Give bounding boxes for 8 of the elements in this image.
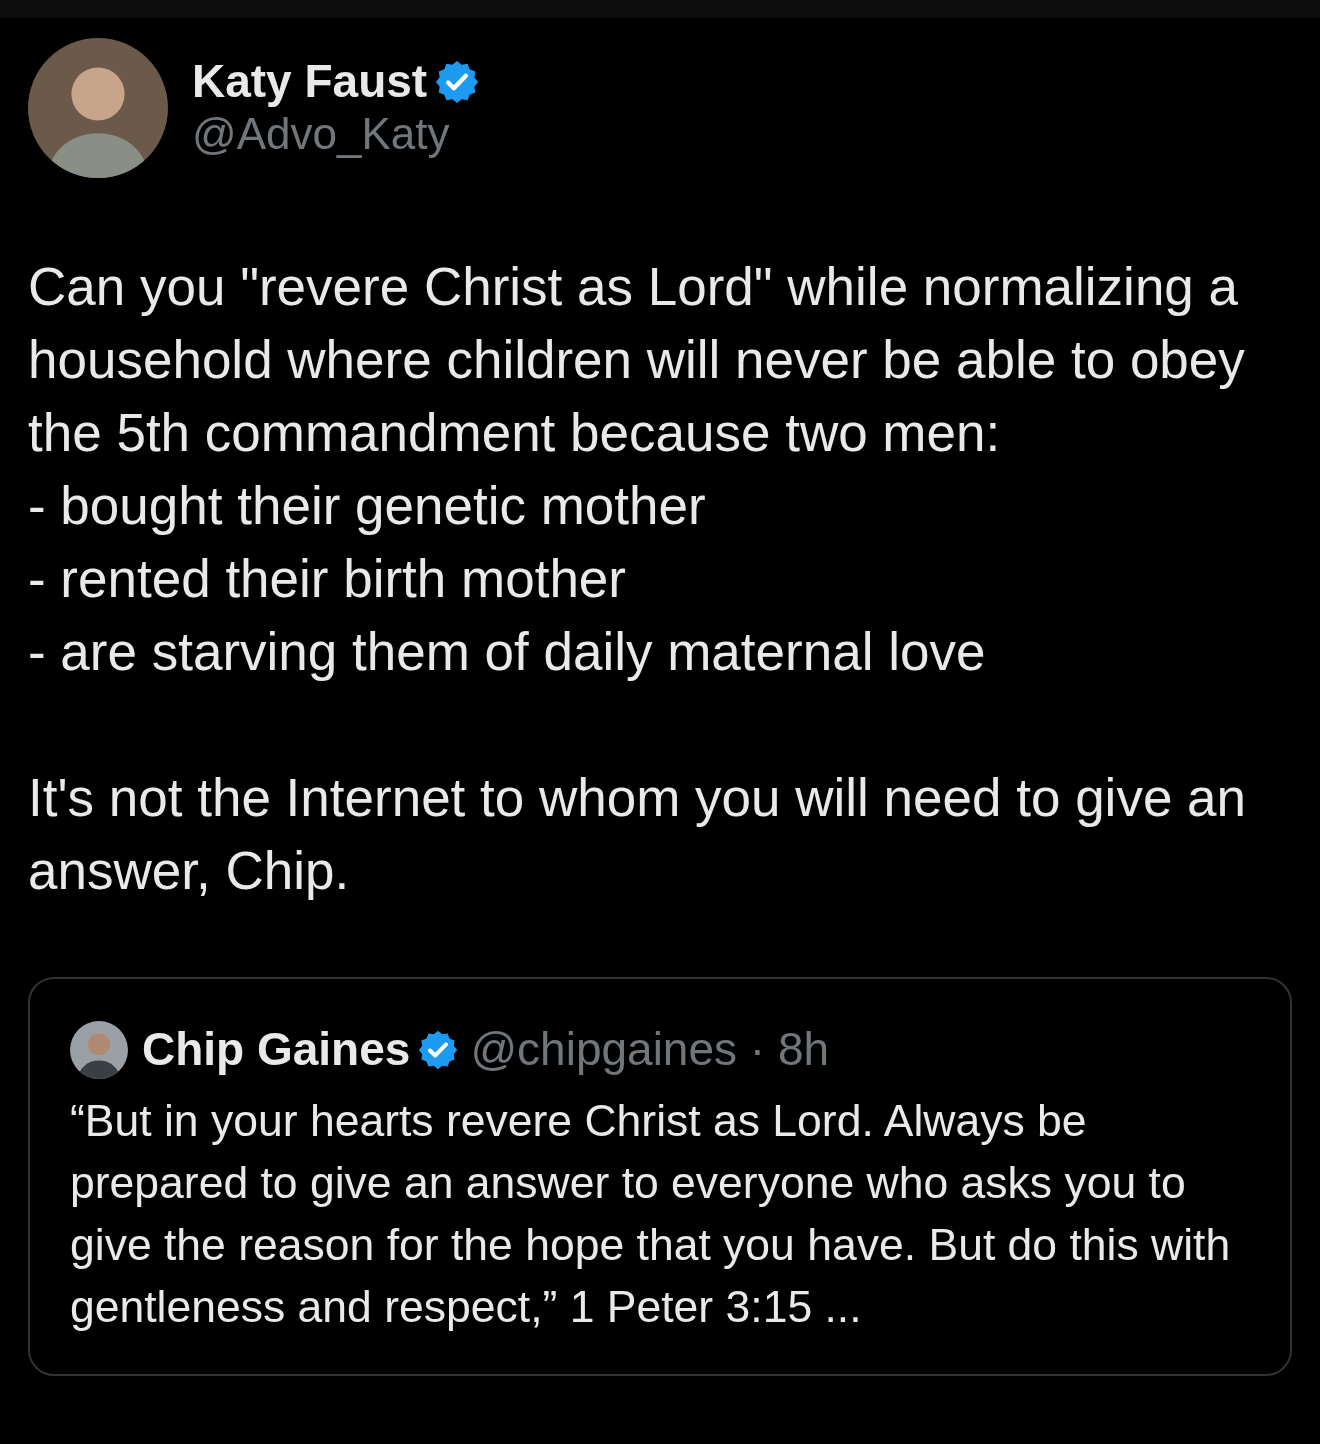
author-name: Katy Faust [192,55,428,109]
quoted-tweet-text: “But in your hearts revere Christ as Lord. Always be prepared to give an answer to everyone who asks you to give the reason for the hope that you have. But do this with gentleness and respect,” 1 Peter 3:15 ... [70,1095,1232,1333]
author-handle: @Advo_Katy [192,108,451,161]
author-name: Chip Gaines [142,1022,411,1077]
avatar[interactable] [70,1020,128,1079]
quoted-tweet-card[interactable] [28,977,1292,1376]
tweet-meta: @chipgaines · 8h [470,1022,830,1077]
tweet-text: Can you "revere Christ as Lord" while normalizing a household where children will never be able to obey the 5th commandment because two men: - bought their genetic mother - rented their birth mother - are starving them of daily maternal love It's not the Internet to whom you will need to give an answer, Chip. [28,256,1248,902]
